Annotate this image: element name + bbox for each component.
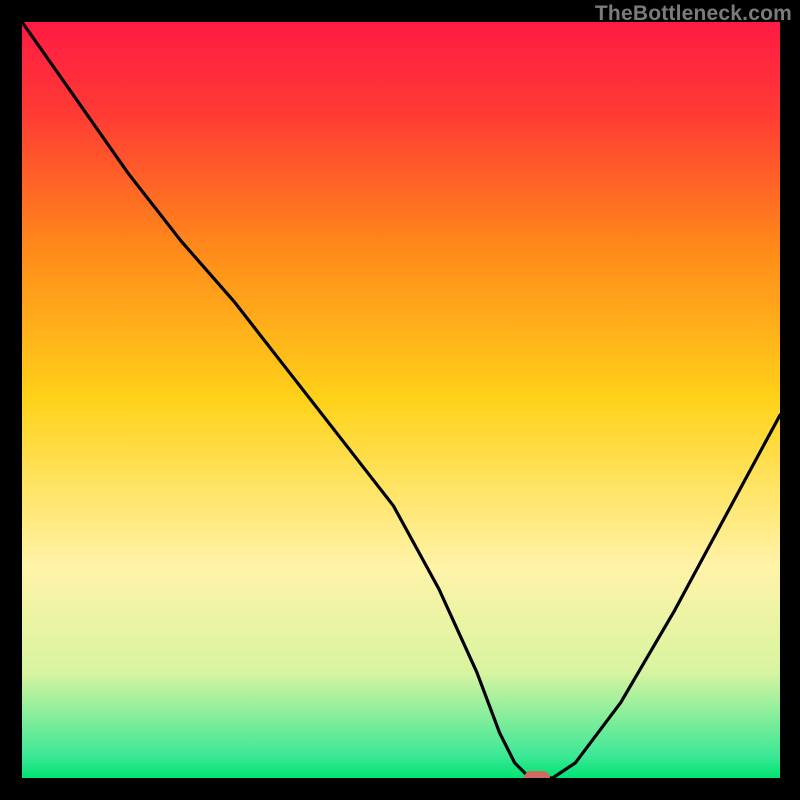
chart-container: TheBottleneck.com bbox=[0, 0, 800, 800]
optimal-point-marker bbox=[524, 771, 550, 778]
plot-area bbox=[22, 22, 780, 778]
bottleneck-curve bbox=[22, 22, 780, 778]
